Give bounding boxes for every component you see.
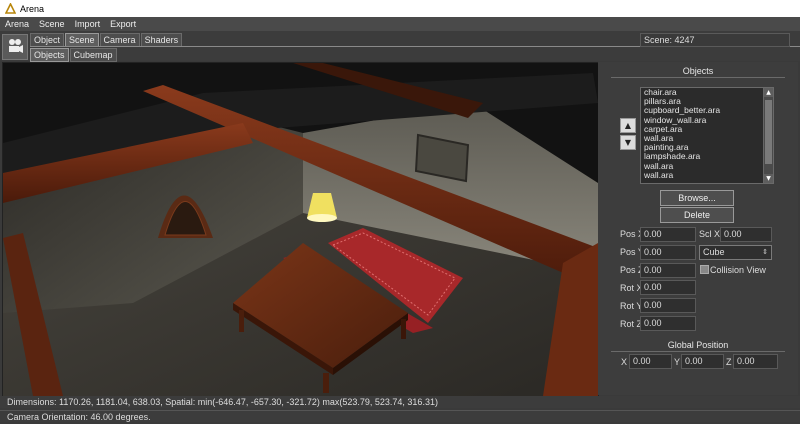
rot-z-field[interactable]: 0.00 <box>640 316 696 331</box>
list-item[interactable]: wall.ara <box>641 170 773 180</box>
arrow-up-icon: ▲ <box>624 121 632 130</box>
pos-x-field[interactable]: 0.00 <box>640 227 696 242</box>
collision-view-checkbox[interactable] <box>700 265 709 274</box>
camera-status: Camera Orientation: 46.00 degrees. <box>0 410 800 422</box>
tab-scene[interactable]: Scene <box>65 33 99 47</box>
shape-select[interactable]: Cube ⇕ <box>699 245 772 260</box>
objects-list[interactable]: chair.ara pillars.ara cupboard_better.ar… <box>640 87 774 184</box>
app-logo-icon <box>4 3 16 15</box>
3d-viewport[interactable] <box>2 62 599 397</box>
scroll-down-icon[interactable]: ▼ <box>764 174 773 183</box>
arrow-down-icon: ▼ <box>624 138 632 147</box>
tab-objects[interactable]: Objects <box>30 48 69 62</box>
tab-object[interactable]: Object <box>30 33 65 47</box>
menu-import[interactable]: Import <box>70 19 106 29</box>
rot-y-field[interactable]: 0.00 <box>640 298 696 313</box>
scene-label: Scene: 4247 <box>640 33 790 47</box>
global-position-divider <box>611 351 785 352</box>
delete-button[interactable]: Delete <box>660 207 734 223</box>
objects-panel-title: Objects <box>682 66 714 76</box>
move-up-button[interactable]: ▲ <box>620 118 636 133</box>
menu-export[interactable]: Export <box>105 19 141 29</box>
global-z-label: Z <box>726 357 732 367</box>
rot-y-label: Rot Y <box>620 301 643 311</box>
global-x-field[interactable]: 0.00 <box>629 354 672 369</box>
menu-arena[interactable]: Arena <box>0 19 34 29</box>
window-title: Arena <box>20 3 45 14</box>
global-y-label: Y <box>674 357 681 367</box>
updown-icon: ⇕ <box>762 249 768 256</box>
tab-camera[interactable]: Camera <box>99 33 140 47</box>
tab-shaders[interactable]: Shaders <box>140 33 183 47</box>
menu-scene[interactable]: Scene <box>34 19 70 29</box>
menu-bar: Arena Scene Import Export <box>0 17 800 32</box>
global-y-field[interactable]: 0.00 <box>681 354 724 369</box>
pos-y-field[interactable]: 0.00 <box>640 245 696 260</box>
tab-cubemap[interactable]: Cubemap <box>69 48 117 62</box>
scroll-up-icon[interactable]: ▲ <box>764 88 773 97</box>
title-bar: Arena <box>0 0 800 17</box>
scl-x-label: Scl X <box>699 229 721 239</box>
pos-z-field[interactable]: 0.00 <box>640 263 696 278</box>
global-position-title: Global Position <box>667 340 729 350</box>
shape-select-value: Cube <box>703 247 725 257</box>
objects-list-scrollbar[interactable]: ▲ ▼ <box>763 88 773 183</box>
scene-render <box>3 63 598 396</box>
main-tab-bar: Object Scene Camera Shaders <box>30 33 183 47</box>
rot-x-field[interactable]: 0.00 <box>640 280 696 295</box>
collision-view-label: Collision View <box>710 265 766 275</box>
objects-panel-divider <box>611 77 785 78</box>
global-z-field[interactable]: 0.00 <box>733 354 778 369</box>
move-down-button[interactable]: ▼ <box>620 135 636 150</box>
browse-button[interactable]: Browse... <box>660 190 734 206</box>
dimensions-status: Dimensions: 1170.26, 1181.04, 638.03, Sp… <box>0 396 800 408</box>
scrollbar-thumb[interactable] <box>765 100 772 164</box>
camera-icon <box>6 38 24 57</box>
rot-z-label: Rot Z <box>620 319 643 329</box>
camera-button[interactable] <box>2 34 28 60</box>
scl-x-field[interactable]: 0.00 <box>720 227 772 242</box>
global-x-label: X <box>621 357 628 367</box>
sub-tab-bar: Objects Cubemap <box>30 48 118 62</box>
